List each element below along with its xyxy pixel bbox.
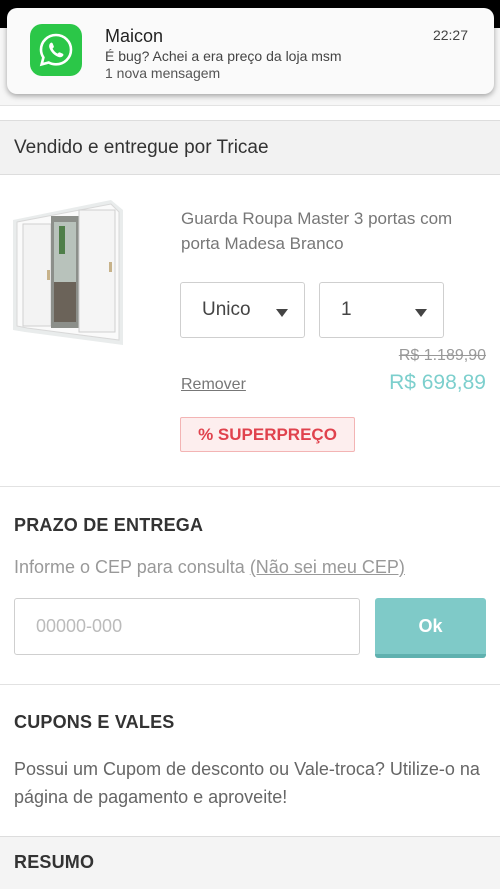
cep-hint: Informe o CEP para consulta (Não sei meu… xyxy=(14,557,405,578)
message-notification[interactable]: Maicon 22:27 É bug? Achei a era preço da… xyxy=(7,8,494,94)
summary-title: RESUMO xyxy=(14,852,95,872)
size-select-value: Unico xyxy=(202,299,251,320)
chevron-down-icon xyxy=(415,309,427,317)
divider xyxy=(0,486,500,487)
cep-input[interactable] xyxy=(14,598,360,655)
notification-message: É bug? Achei a era preço da loja msm xyxy=(105,48,342,64)
quantity-select-value: 1 xyxy=(341,299,352,320)
summary-bar: RESUMO xyxy=(0,836,500,889)
cep-help-link[interactable]: (Não sei meu CEP) xyxy=(250,557,405,577)
old-price: R$ 1.189,90 xyxy=(398,347,486,364)
seller-text: Vendido e entregue por Tricae xyxy=(14,137,269,158)
remove-link[interactable]: Remover xyxy=(181,376,246,394)
seller-bar: Vendido e entregue por Tricae xyxy=(0,120,500,175)
coupons-text: Possui um Cupom de desconto ou Vale-troc… xyxy=(14,759,480,807)
divider xyxy=(0,684,500,685)
new-price: R$ 698,89 xyxy=(389,371,486,394)
product-image[interactable] xyxy=(13,200,123,345)
notification-count: 1 nova mensagem xyxy=(105,65,221,81)
cep-hint-text: Informe o CEP para consulta xyxy=(14,557,245,577)
quantity-select[interactable]: 1 xyxy=(319,282,444,338)
product-name[interactable]: Guarda Roupa Master 3 portas com porta M… xyxy=(181,206,481,256)
badge-label: % SUPERPREÇO xyxy=(198,425,337,444)
coupons-title: CUPONS E VALES xyxy=(14,712,175,732)
whatsapp-icon xyxy=(30,24,82,76)
ok-button[interactable]: Ok xyxy=(375,598,486,658)
notification-time: 22:27 xyxy=(432,27,468,43)
superprice-badge: % SUPERPREÇO xyxy=(180,417,355,452)
size-select[interactable]: Unico xyxy=(180,282,305,338)
delivery-title: PRAZO DE ENTREGA xyxy=(14,515,204,535)
chevron-down-icon xyxy=(276,309,288,317)
notification-title: Maicon xyxy=(105,26,164,46)
